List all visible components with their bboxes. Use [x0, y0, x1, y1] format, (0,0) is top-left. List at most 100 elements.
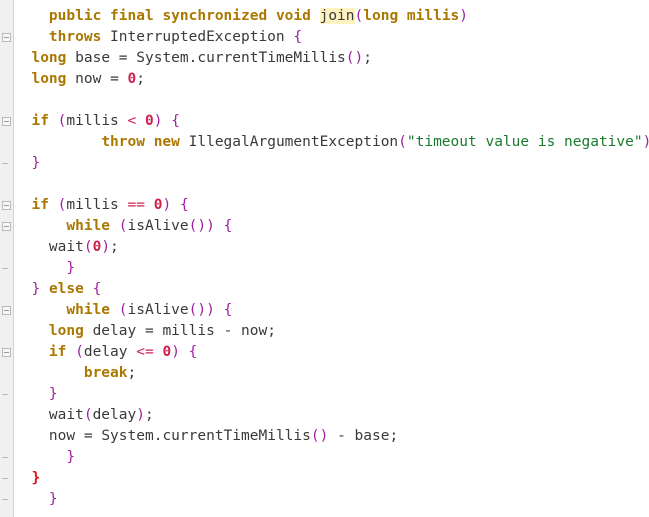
code-line[interactable]: long now = 0;: [14, 69, 649, 90]
code-line[interactable]: } else {: [14, 279, 649, 300]
code-token: <=: [136, 344, 154, 360]
code-token: while: [66, 218, 111, 234]
code-token: -: [223, 323, 233, 339]
code-line[interactable]: [14, 174, 649, 195]
code-token: (: [83, 407, 93, 423]
code-line[interactable]: long delay = millis - now;: [14, 321, 649, 342]
code-token: ): [101, 239, 111, 255]
code-line[interactable]: while (isAlive()) {: [14, 216, 649, 237]
code-text-area[interactable]: / public final synchronized void join(lo…: [14, 0, 649, 517]
code-token: System: [136, 50, 189, 66]
code-line[interactable]: }: [14, 384, 649, 405]
code-token: {: [188, 344, 198, 360]
code-line[interactable]: now = System.currentTimeMillis() - base;: [14, 426, 649, 447]
code-token: (: [310, 428, 320, 444]
code-token: delay: [92, 323, 137, 339]
code-token: 0: [127, 71, 137, 87]
code-token: new: [153, 134, 180, 150]
code-line[interactable]: break;: [14, 363, 649, 384]
code-token: }: [48, 491, 58, 507]
code-token: wait: [48, 239, 84, 255]
code-token: (: [75, 344, 84, 360]
code-line[interactable]: }: [14, 468, 649, 489]
fold-end-icon[interactable]: [2, 457, 8, 458]
code-token: {: [171, 113, 180, 129]
code-line[interactable]: if (delay <= 0) {: [14, 342, 649, 363]
code-token: millis: [66, 113, 119, 129]
code-line[interactable]: wait(delay);: [14, 405, 649, 426]
code-token: -: [337, 428, 346, 444]
folding-gutter[interactable]: [0, 0, 14, 517]
code-token: while: [66, 302, 111, 318]
code-token: (: [354, 8, 364, 24]
fold-end-icon[interactable]: [2, 478, 8, 479]
fold-collapse-icon[interactable]: [2, 33, 11, 42]
code-line[interactable]: if (millis < 0) {: [14, 111, 649, 132]
fold-collapse-icon[interactable]: [2, 348, 11, 357]
code-line[interactable]: throw new IllegalArgumentException("time…: [14, 132, 649, 153]
code-token: (: [345, 50, 355, 66]
code-token: delay: [92, 407, 137, 423]
code-token: =: [144, 323, 154, 339]
code-line[interactable]: }: [14, 447, 649, 468]
fold-collapse-icon[interactable]: [2, 201, 11, 210]
fold-end-icon[interactable]: [2, 499, 8, 500]
code-line[interactable]: wait(0);: [14, 237, 649, 258]
code-token: ): [162, 197, 172, 213]
code-token: {: [179, 197, 189, 213]
code-line[interactable]: while (isAlive()) {: [14, 300, 649, 321]
code-line[interactable]: public final synchronized void join(long…: [14, 6, 649, 27]
code-token: =: [110, 71, 119, 87]
code-token: wait: [48, 407, 84, 423]
code-line[interactable]: }: [14, 258, 649, 279]
code-line[interactable]: long base = System.currentTimeMillis();: [14, 48, 649, 69]
code-token: ==: [127, 197, 145, 213]
code-token: break: [83, 365, 128, 381]
code-token: 0: [145, 113, 154, 129]
fold-end-icon[interactable]: [2, 394, 8, 395]
code-token: ): [197, 218, 207, 234]
code-token: ;: [363, 50, 372, 66]
fold-collapse-icon[interactable]: [2, 117, 11, 126]
fold-end-icon[interactable]: [2, 268, 8, 269]
fold-collapse-icon[interactable]: [2, 306, 11, 315]
code-token: ): [197, 302, 207, 318]
code-token: if: [31, 197, 49, 213]
code-token: (: [118, 302, 128, 318]
code-token: public: [48, 8, 102, 24]
code-token: (: [118, 218, 128, 234]
code-line[interactable]: }: [14, 153, 649, 174]
code-line[interactable]: if (millis == 0) {: [14, 195, 649, 216]
code-line[interactable]: }: [14, 489, 649, 510]
code-token: millis: [66, 197, 119, 213]
code-line[interactable]: throws InterruptedException {: [14, 27, 649, 48]
fold-collapse-icon[interactable]: [2, 222, 11, 231]
code-token: throws: [48, 29, 102, 45]
code-token: InterruptedException: [110, 29, 285, 45]
code-editor[interactable]: / public final synchronized void join(lo…: [0, 0, 649, 517]
fold-end-icon[interactable]: [2, 163, 8, 164]
code-token: ;: [110, 239, 119, 255]
code-line[interactable]: [14, 90, 649, 111]
